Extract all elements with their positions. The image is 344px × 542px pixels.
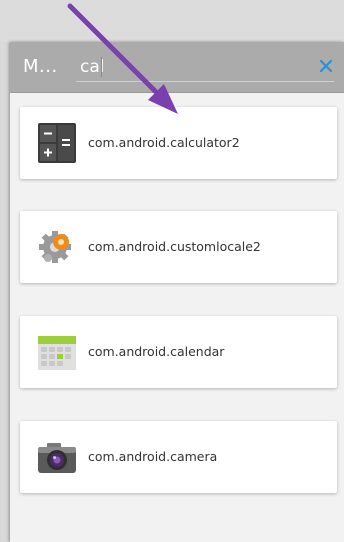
list-item-customlocale[interactable]: com.android.customlocale2 xyxy=(20,211,337,283)
list-item-calendar[interactable]: com.android.calendar xyxy=(20,316,337,388)
background-top xyxy=(0,0,344,42)
calendar-icon xyxy=(38,332,76,372)
list-item-camera[interactable]: com.android.camera xyxy=(20,421,337,493)
app-label: com.android.customlocale2 xyxy=(88,239,261,254)
search-input[interactable] xyxy=(76,54,306,80)
search-box[interactable] xyxy=(76,54,334,82)
gear-settings-icon xyxy=(38,227,76,267)
close-icon xyxy=(319,59,333,73)
action-bar: M... xyxy=(10,42,344,93)
search-underline xyxy=(76,81,334,82)
app-window: M... cal com.android.calculator2 com.and… xyxy=(10,42,344,542)
list-item-calculator[interactable]: com.android.calculator2 xyxy=(20,107,337,179)
app-label: com.android.calendar xyxy=(88,344,225,359)
camera-icon xyxy=(38,437,76,477)
app-label: com.android.camera xyxy=(88,449,218,464)
app-title: M... xyxy=(23,56,58,77)
clear-search-button[interactable] xyxy=(316,56,336,76)
text-cursor xyxy=(101,57,102,77)
app-label: com.android.calculator2 xyxy=(88,135,240,150)
calculator-icon xyxy=(38,123,76,163)
